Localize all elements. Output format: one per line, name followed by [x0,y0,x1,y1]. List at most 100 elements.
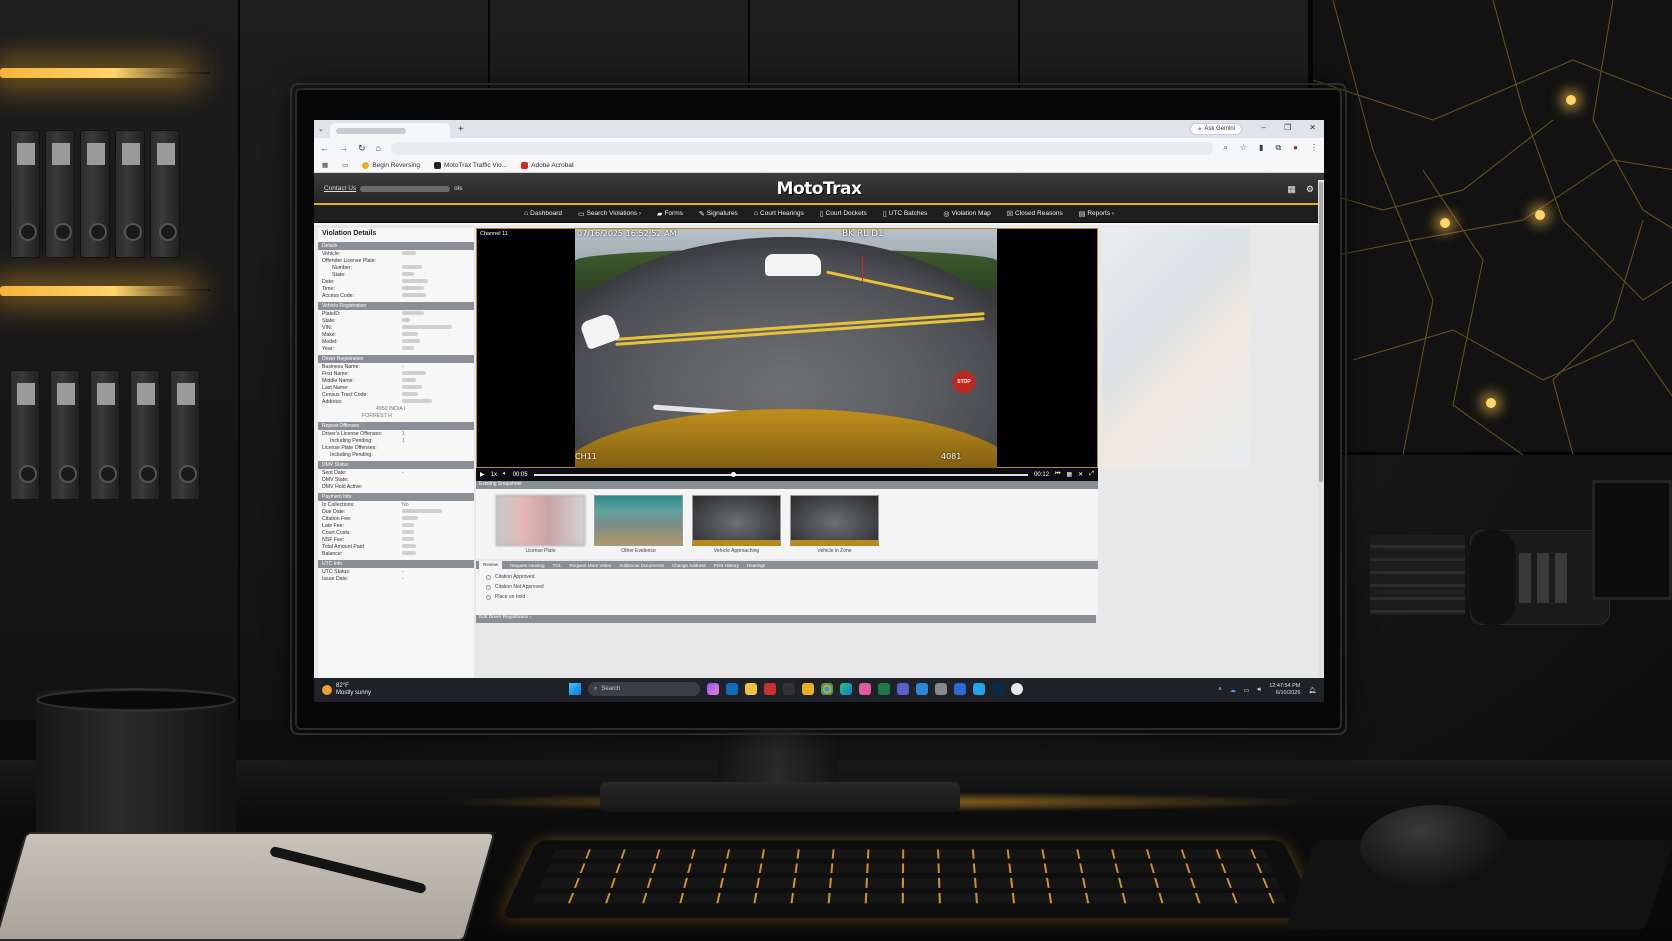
puzzle-icon[interactable]: ⧉ [1275,143,1281,153]
frame-step-icon[interactable]: ⏮ [1055,471,1060,478]
bookmark-mototrax[interactable]: MotoTrax Traffic Vio... [434,161,507,169]
tab-request-more-video[interactable]: Request More Video [569,563,611,568]
play-icon[interactable]: ▶ [480,471,485,478]
taskbar-search[interactable]: ⌕ Search [588,682,700,696]
edge-icon[interactable] [840,683,852,695]
nav-court-dockets[interactable]: ▯ Court Dockets [820,210,867,218]
radio-citation-approved[interactable]: Citation Approved [486,574,1098,580]
nav-dashboard[interactable]: ⌂ Dashboard [524,210,562,217]
copilot-icon[interactable] [707,683,719,695]
nav-violation-map[interactable]: ◎ Violation Map [943,210,990,218]
detail-row: DMV Hold Active: [322,483,363,490]
nav-reports[interactable]: ▤ Reports › [1079,210,1114,218]
bookmark-star-icon[interactable]: ☆ [1240,143,1247,153]
browser-tab[interactable] [329,123,450,138]
video-progress-bar[interactable] [533,471,1029,477]
nav-signatures[interactable]: ✎ Signatures [699,210,738,218]
app-dark-icon[interactable] [783,683,795,695]
windows-taskbar: 82°F Mostly sunny ⌕ Search ˄ ☁ ▭ 🔊︎ 12:4… [314,678,1324,702]
speed-button[interactable]: 1x [491,472,497,478]
fullscreen-icon[interactable]: ⤢ [1089,471,1094,478]
app-pink-icon[interactable] [859,683,871,695]
edit-driver-registration-bar[interactable]: Edit Driver Registration › [476,615,1096,623]
new-tab-button[interactable]: + [458,124,464,135]
volume-icon[interactable]: 🔈︎ [503,471,507,478]
teams-icon[interactable] [897,683,909,695]
ask-gemini-button[interactable]: ✦ Ask Gemini [1190,123,1242,135]
minimize-icon[interactable]: – [1262,123,1266,132]
menu-kebab-icon[interactable]: ⋮ [1310,143,1318,153]
nav-utc-batches[interactable]: ▯ UTC Batches [883,210,928,218]
network-icon[interactable]: ▭ [1244,687,1250,694]
progress-knob[interactable] [731,471,737,477]
nav-search-violations[interactable]: ▭ Search Violations › [578,210,641,218]
tab-hearings[interactable]: Hearings [747,563,765,568]
video-player[interactable]: Channel 11 STOP 07/16/2025 16:52:52 AM B… [476,228,1098,469]
grid-icon[interactable]: ▦ [1287,184,1296,195]
outlook-icon[interactable] [726,683,738,695]
app-red-icon[interactable] [764,683,776,695]
notification-bell-icon[interactable]: 🔔︎ [1308,687,1316,694]
apps-grid-icon[interactable]: ▦ [322,161,328,169]
detail-row: Access Code: [318,292,474,299]
profile-avatar[interactable]: ● [1293,143,1298,153]
snapshot-license-plate[interactable]: License Plate [496,495,585,559]
app-logo[interactable]: MotoTrax [777,179,862,199]
windows-start-icon[interactable] [569,683,581,695]
chevron-up-icon[interactable]: ˄ [1218,687,1222,693]
close-icon[interactable]: ✕ [1309,123,1316,132]
file-explorer-icon[interactable] [745,683,757,695]
detail-row: Business Name: - [322,363,404,370]
snapshot-vehicle-in-zone[interactable]: Vehicle in Zone [790,495,879,559]
tab-list-icon[interactable]: ⌄ [318,125,324,133]
vscode-icon[interactable] [973,683,985,695]
app-yellow-icon[interactable] [802,683,814,695]
snapshot-vehicle-approaching[interactable]: Vehicle Approaching [692,495,781,559]
taskbar-clock[interactable]: 12:47:54 PM 6/10/2026 [1269,683,1300,697]
mail-icon[interactable] [916,683,928,695]
gear-icon[interactable]: ⚙ [1306,184,1314,195]
chatgpt-icon[interactable] [1011,683,1023,695]
contact-us-link[interactable]: Contact Us ols [324,185,462,192]
close-video-icon[interactable]: ✕ [1078,471,1083,478]
tab-change-address[interactable]: Change Address [672,563,706,568]
cloud-icon[interactable]: ☁ [1230,687,1236,694]
nav-closed-reasons[interactable]: ☒ Closed Reasons [1007,210,1063,218]
tab-print-history[interactable]: Print History [714,563,739,568]
bookmark-begin-reversing[interactable]: Begin Reversing [362,161,420,169]
nav-court-hearings[interactable]: ⌂ Court Hearings [754,210,804,217]
radio-place-on-hold[interactable]: Place on hold [486,594,1098,600]
wall-map-art [1310,0,1672,456]
location-map[interactable] [1102,228,1250,468]
excel-icon[interactable] [878,683,890,695]
maximize-icon[interactable]: ❐ [1284,123,1291,132]
snapshot-other-evidence[interactable]: Other Evidence [594,495,683,559]
forward-icon[interactable]: → [339,143,348,153]
volume-icon[interactable]: 🔊︎ [1257,687,1261,694]
tab-tol[interactable]: TOL [553,563,562,568]
app-blue-icon[interactable] [954,683,966,695]
back-icon[interactable]: ← [320,143,329,153]
reload-icon[interactable]: ↻ [358,143,366,154]
weather-widget[interactable]: 82°F Mostly sunny [322,683,371,697]
bookmark-adobe-acrobat[interactable]: Adobe Acrobat [521,161,574,169]
home-icon[interactable]: ⌂ [376,143,381,153]
layout-icon[interactable]: ▦ [1066,471,1072,478]
extension-icon[interactable]: ▮ [1259,143,1263,153]
tab-request-hearing[interactable]: Request Hearing [510,563,544,568]
tab-review[interactable]: Review [479,561,503,569]
nav-forms[interactable]: ▰ Forms [657,210,683,218]
folder-icon[interactable]: ▭ [342,161,348,169]
binder [80,130,110,258]
tab-additional-documents[interactable]: Additional Documents [619,563,664,568]
zoom-icon[interactable]: ⌕ [1223,143,1227,153]
radio-citation-not-approved[interactable]: Citation Not Approved [486,584,1098,590]
photoshop-icon[interactable] [992,683,1004,695]
chrome-icon[interactable] [821,683,833,695]
app-gray-icon[interactable] [935,683,947,695]
address-bar[interactable] [390,141,1214,155]
binder [10,130,40,258]
radio-circle [486,594,491,600]
scrollbar-thumb[interactable] [1319,182,1323,482]
page-scrollbar[interactable] [1318,180,1324,700]
